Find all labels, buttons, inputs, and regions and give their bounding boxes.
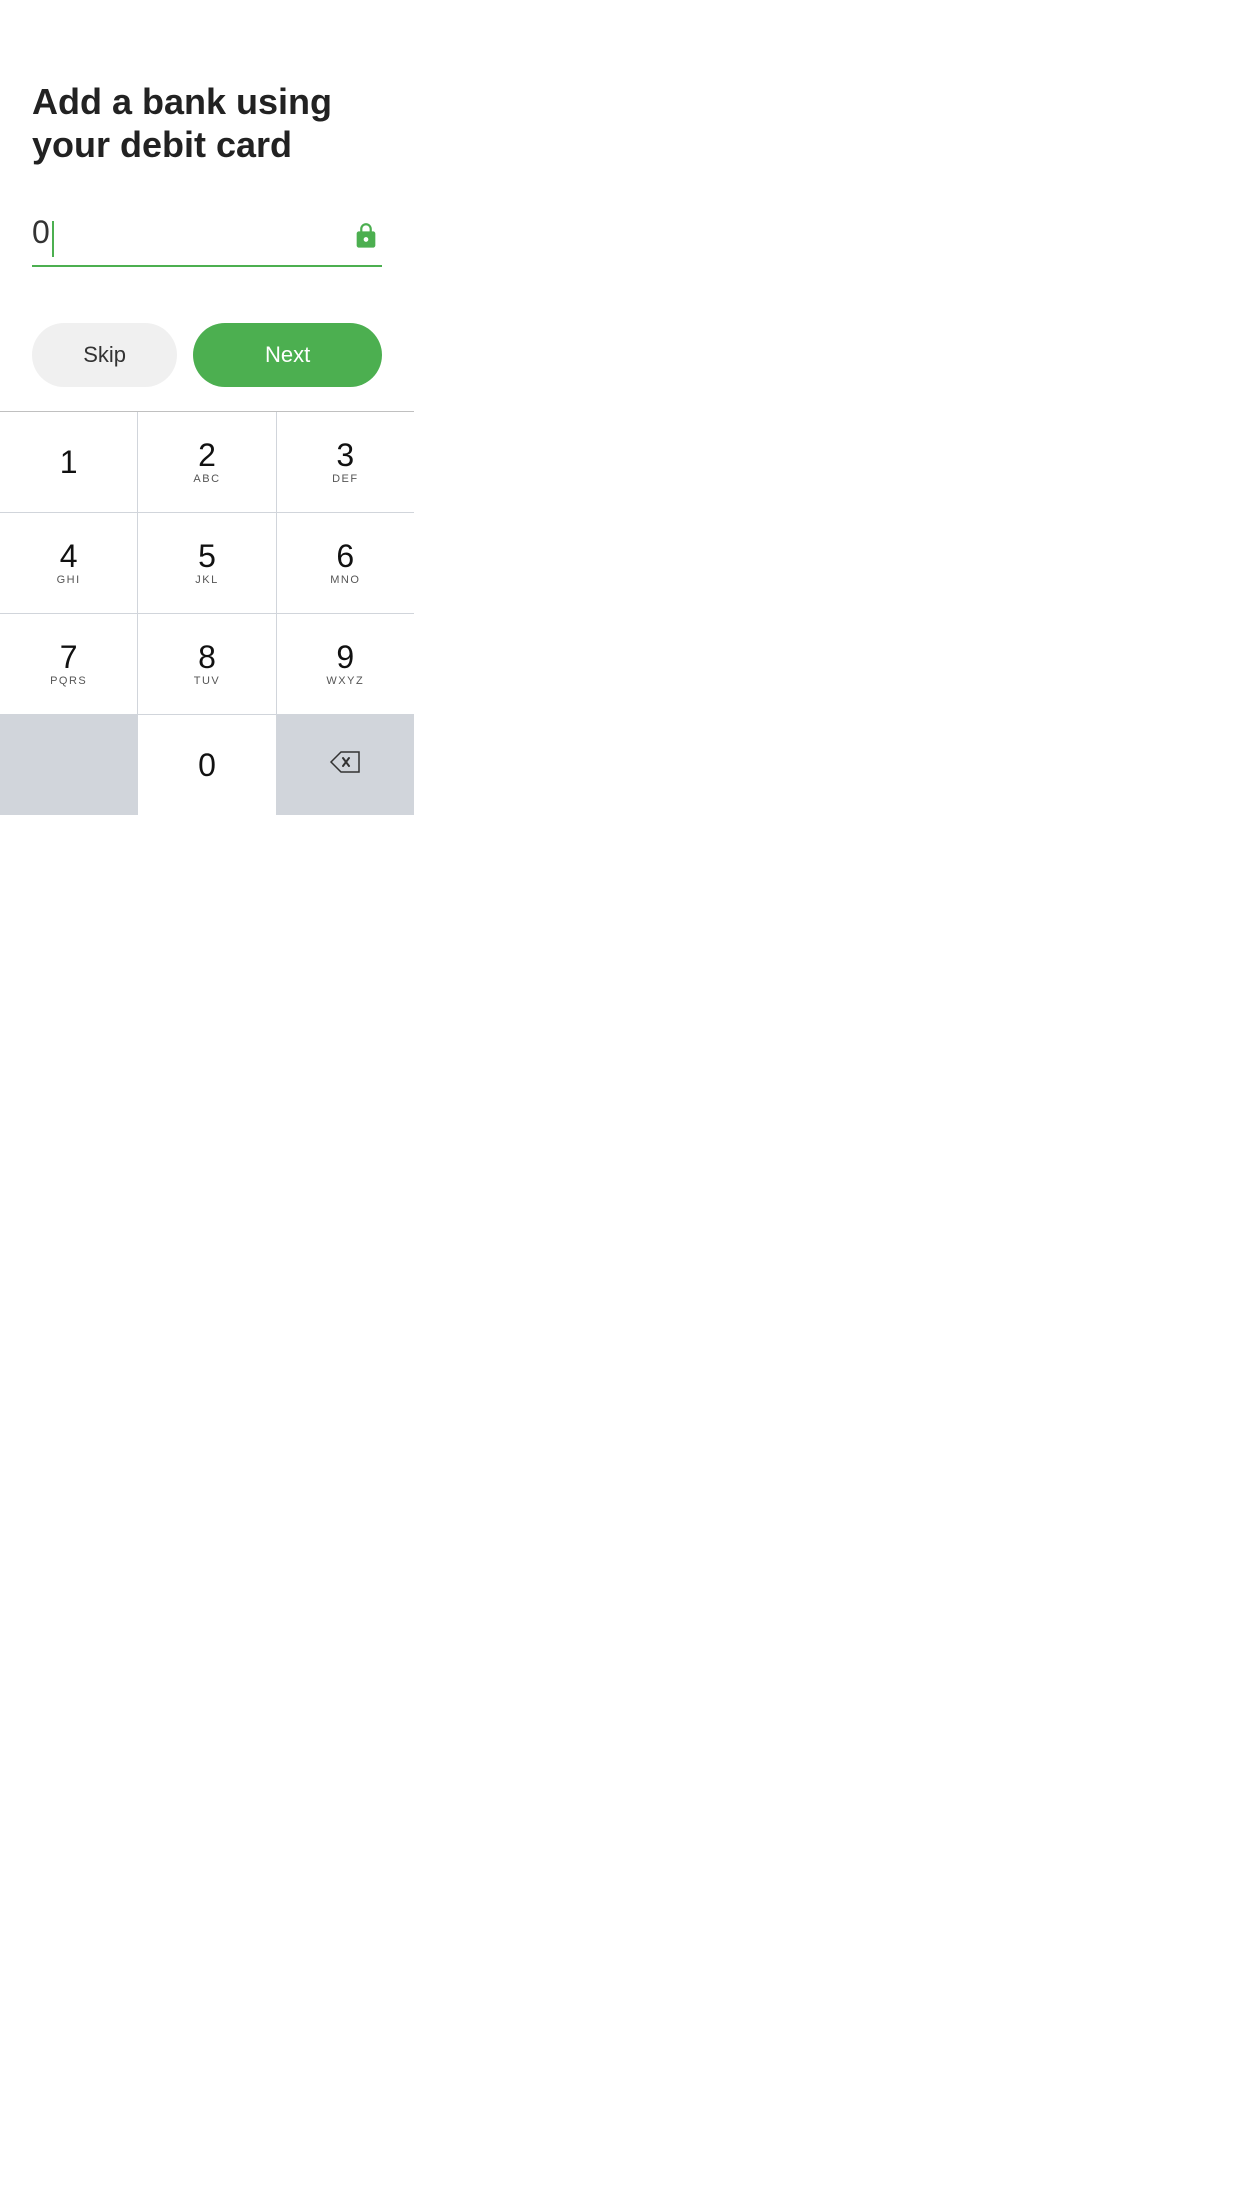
numpad-key-3[interactable]: 3 DEF bbox=[277, 412, 414, 512]
numpad-key-7[interactable]: 7 PQRS bbox=[0, 614, 137, 714]
numpad-key-9[interactable]: 9 WXYZ bbox=[277, 614, 414, 714]
action-buttons-container: Skip Next bbox=[0, 299, 414, 411]
page-title: Add a bank using your debit card bbox=[32, 80, 382, 166]
card-input-row: 0 bbox=[32, 214, 382, 267]
numpad-empty bbox=[0, 715, 137, 815]
numpad-key-0[interactable]: 0 bbox=[138, 715, 275, 815]
main-content: Add a bank using your debit card 0 bbox=[0, 0, 414, 299]
card-input-value: 0 bbox=[32, 214, 50, 250]
input-cursor bbox=[52, 221, 54, 257]
numpad: 1 2 ABC 3 DEF 4 GHI 5 JKL 6 MNO 7 PQRS 8… bbox=[0, 411, 414, 815]
numpad-key-1[interactable]: 1 bbox=[0, 412, 137, 512]
lock-icon bbox=[350, 220, 382, 252]
card-input-display: 0 bbox=[32, 214, 54, 257]
numpad-key-5[interactable]: 5 JKL bbox=[138, 513, 275, 613]
skip-button[interactable]: Skip bbox=[32, 323, 177, 387]
numpad-key-6[interactable]: 6 MNO bbox=[277, 513, 414, 613]
delete-icon bbox=[329, 749, 361, 781]
numpad-key-4[interactable]: 4 GHI bbox=[0, 513, 137, 613]
numpad-key-8[interactable]: 8 TUV bbox=[138, 614, 275, 714]
numpad-delete-button[interactable] bbox=[277, 715, 414, 815]
numpad-key-2[interactable]: 2 ABC bbox=[138, 412, 275, 512]
next-button[interactable]: Next bbox=[193, 323, 382, 387]
